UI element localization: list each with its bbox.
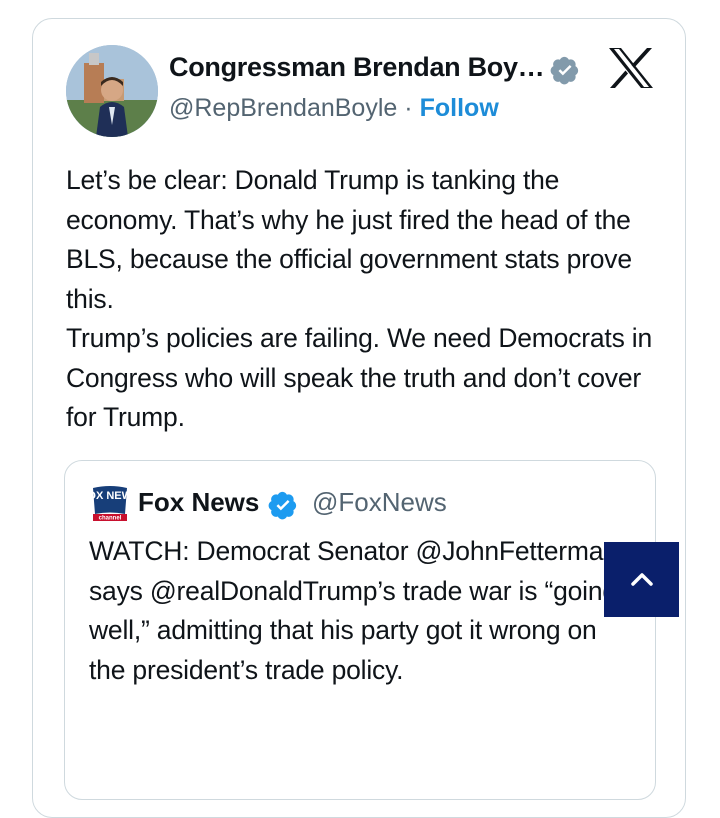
quoted-author-handle[interactable]: @FoxNews [312,487,447,518]
scroll-to-top-button[interactable] [604,542,679,617]
separator-dot: · [404,94,413,122]
author-handle-row: @RepBrendanBoyle · Follow [169,94,499,123]
fox-logo-text: FOX NEWS [89,490,131,502]
quoted-author-name[interactable]: Fox News [138,487,259,518]
x-logo-icon[interactable] [607,46,655,90]
chevron-up-icon [630,572,653,586]
tweet-text: Let’s be clear: Donald Trump is tanking … [66,165,653,432]
quoted-tweet-text: WATCH: Democrat Senator @JohnFetterman s… [89,536,618,685]
fox-logo-subtext: channel [99,516,122,522]
fox-news-logo-icon[interactable]: FOX NEWS channel [89,484,131,524]
author-handle[interactable]: @RepBrendanBoyle [169,94,397,122]
verified-badge-icon [550,56,579,85]
author-name[interactable]: Congressman Brendan Boy… [169,52,545,83]
avatar[interactable] [66,45,158,137]
verified-badge-icon [268,491,297,520]
follow-button[interactable]: Follow [420,94,499,122]
